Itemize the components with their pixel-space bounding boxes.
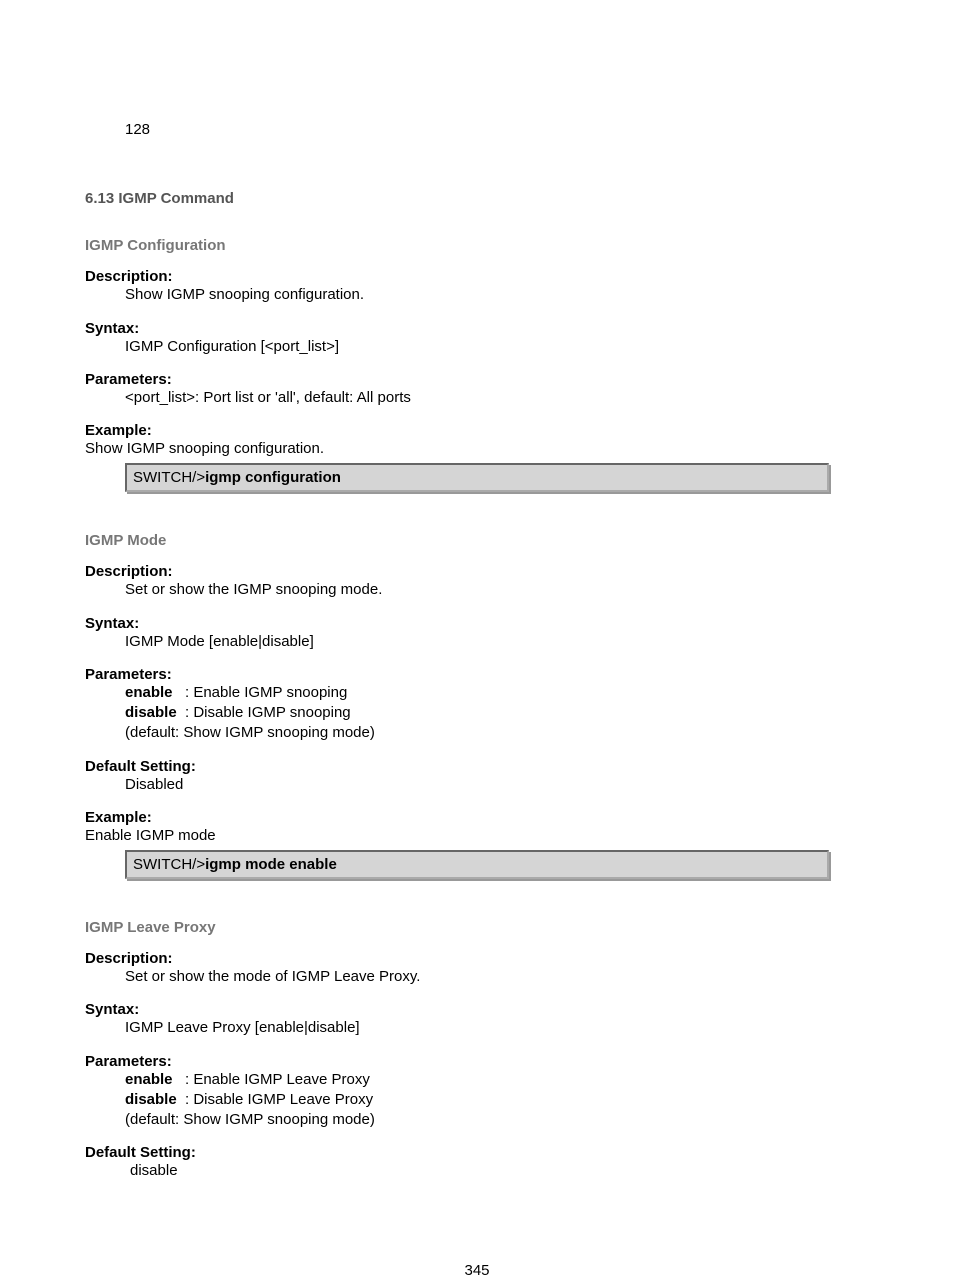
mode-example-box: SWITCH/>igmp mode enable — [125, 850, 829, 879]
mode-param-enable: enable : Enable IGMP snooping — [125, 683, 869, 703]
mode-example-label: Example: — [85, 809, 869, 826]
mode-param-enable-key: enable — [125, 683, 185, 703]
leave-params-label: Parameters: — [85, 1053, 869, 1070]
mode-param-default: (default: Show IGMP snooping mode) — [125, 723, 869, 743]
mode-params-label: Parameters: — [85, 666, 869, 683]
config-params-label: Parameters: — [85, 371, 869, 388]
igmp-mode-title: IGMP Mode — [85, 532, 166, 549]
top-value: 128 — [125, 121, 150, 138]
config-example-box: SWITCH/>igmp configuration — [125, 463, 829, 492]
config-syntax: IGMP Configuration [<port_list>] — [125, 337, 869, 357]
leave-default: disable — [130, 1161, 869, 1181]
mode-example-desc: Enable IGMP mode — [85, 826, 869, 846]
config-desc: Show IGMP snooping configuration. — [125, 285, 869, 305]
mode-param-disable: disable : Disable IGMP snooping — [125, 703, 869, 723]
config-syntax-label: Syntax: — [85, 320, 869, 337]
leave-param-disable-val: : Disable IGMP Leave Proxy — [185, 1090, 373, 1110]
config-example-desc: Show IGMP snooping configuration. — [85, 439, 869, 459]
leave-param-enable: enable : Enable IGMP Leave Proxy — [125, 1070, 869, 1090]
mode-cmd: igmp mode enable — [205, 856, 337, 873]
mode-param-disable-val: : Disable IGMP snooping — [185, 703, 351, 723]
mode-syntax-label: Syntax: — [85, 615, 869, 632]
leave-desc-label: Description: — [85, 950, 869, 967]
section-heading: 6.13 IGMP Command — [85, 190, 234, 207]
mode-prompt: SWITCH/> — [133, 856, 205, 873]
mode-desc-label: Description: — [85, 563, 869, 580]
mode-param-enable-val: : Enable IGMP snooping — [185, 683, 347, 703]
mode-default: Disabled — [125, 775, 869, 795]
mode-syntax: IGMP Mode [enable|disable] — [125, 632, 869, 652]
config-params: <port_list>: Port list or 'all', default… — [125, 388, 869, 408]
mode-desc: Set or show the IGMP snooping mode. — [125, 580, 869, 600]
leave-desc: Set or show the mode of IGMP Leave Proxy… — [125, 967, 869, 987]
page-number: 345 — [85, 1262, 869, 1279]
leave-param-enable-val: : Enable IGMP Leave Proxy — [185, 1070, 370, 1090]
mode-default-label: Default Setting: — [85, 758, 869, 775]
config-desc-label: Description: — [85, 268, 869, 285]
leave-param-disable: disable : Disable IGMP Leave Proxy — [125, 1090, 869, 1110]
igmp-configuration-title: IGMP Configuration — [85, 237, 226, 254]
leave-syntax: IGMP Leave Proxy [enable|disable] — [125, 1018, 869, 1038]
leave-syntax-label: Syntax: — [85, 1001, 869, 1018]
leave-default-label: Default Setting: — [85, 1144, 869, 1161]
leave-param-disable-key: disable — [125, 1090, 185, 1110]
config-example-label: Example: — [85, 422, 869, 439]
config-prompt: SWITCH/> — [133, 469, 205, 486]
igmp-leave-proxy-title: IGMP Leave Proxy — [85, 919, 216, 936]
leave-param-enable-key: enable — [125, 1070, 185, 1090]
leave-param-default: (default: Show IGMP snooping mode) — [125, 1110, 869, 1130]
mode-param-disable-key: disable — [125, 703, 185, 723]
config-cmd: igmp configuration — [205, 469, 341, 486]
